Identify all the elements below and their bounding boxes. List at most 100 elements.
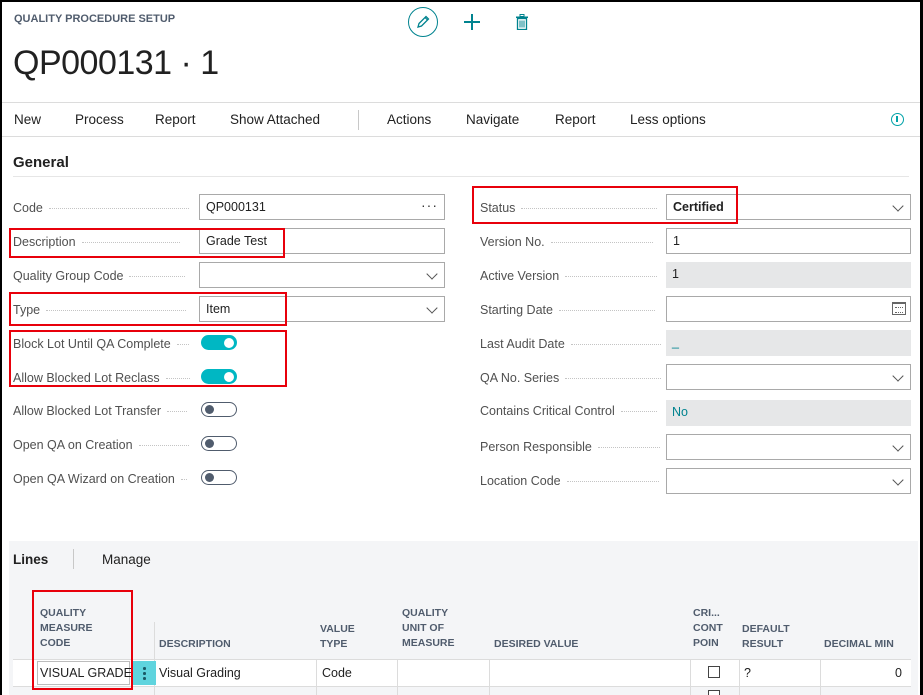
qa-no-series-select[interactable] xyxy=(666,364,911,390)
page-frame: QUALITY PROCEDURE SETUP QP000131 · 1 New… xyxy=(2,2,920,695)
column-divider xyxy=(397,659,398,695)
starting-date-field[interactable] xyxy=(666,296,911,322)
lookup-ellipsis-icon[interactable]: ··· xyxy=(421,197,438,213)
edit-button[interactable] xyxy=(408,7,438,37)
cell-decimal-min[interactable]: 0 xyxy=(895,666,902,680)
version-no-field[interactable]: 1 xyxy=(666,228,911,254)
block-lot-toggle[interactable] xyxy=(201,335,237,350)
row-menu-button[interactable] xyxy=(133,661,156,685)
action-report-2[interactable]: Report xyxy=(555,112,596,127)
column-divider xyxy=(316,659,317,695)
chevron-down-icon xyxy=(892,440,904,452)
person-responsible-select[interactable] xyxy=(666,434,911,460)
kebab-dot xyxy=(143,667,146,670)
col-description[interactable]: DESCRIPTION xyxy=(159,637,231,652)
column-divider xyxy=(489,659,490,695)
description-field[interactable]: Grade Test xyxy=(199,228,445,254)
label-open-qa: Open QA on Creation xyxy=(13,438,189,452)
col-desired-value[interactable]: DESIRED VALUE xyxy=(494,637,578,652)
chevron-down-icon xyxy=(426,268,438,280)
label-block-lot: Block Lot Until QA Complete xyxy=(13,337,189,351)
cell-default-result[interactable]: ? xyxy=(744,666,751,680)
label-description: Description xyxy=(13,235,180,249)
kebab-dot xyxy=(143,672,146,675)
label-qa-no-series: QA No. Series xyxy=(480,371,662,385)
section-divider xyxy=(13,176,909,177)
action-report[interactable]: Report xyxy=(155,112,196,127)
action-bar: New Process Report Show Attached Actions… xyxy=(2,102,920,137)
code-field[interactable]: QP000131 ··· xyxy=(199,194,445,220)
action-less-options[interactable]: Less options xyxy=(630,112,706,127)
toggle-knob xyxy=(205,473,214,482)
col-critical-control-point[interactable]: CRI... CONT POIN xyxy=(693,606,723,651)
action-show-attached[interactable]: Show Attached xyxy=(230,112,320,127)
label-starting-date: Starting Date xyxy=(480,303,655,317)
toggle-knob xyxy=(224,337,234,348)
action-navigate[interactable]: Navigate xyxy=(466,112,519,127)
kebab-dot xyxy=(143,677,146,680)
toggle-knob xyxy=(224,371,234,382)
col-value-type[interactable]: VALUE TYPE xyxy=(320,622,355,652)
label-code: Code xyxy=(13,201,189,215)
critical-control-checkbox[interactable] xyxy=(708,666,720,678)
col-default-result[interactable]: DEFAULT RESULT xyxy=(742,622,790,652)
label-allow-reclass: Allow Blocked Lot Reclass xyxy=(13,371,190,385)
label-person-responsible: Person Responsible xyxy=(480,440,660,454)
status-select[interactable]: Certified xyxy=(666,194,911,220)
new-plus-button[interactable] xyxy=(464,14,480,30)
tab-lines[interactable]: Lines xyxy=(13,552,48,567)
tab-manage[interactable]: Manage xyxy=(102,552,151,567)
label-version-no: Version No. xyxy=(480,235,653,249)
action-process[interactable]: Process xyxy=(75,112,124,127)
toggle-knob xyxy=(205,439,214,448)
label-quality-group-code: Quality Group Code xyxy=(13,269,186,283)
open-qa-toggle[interactable] xyxy=(201,436,237,451)
page-title: QP000131 · 1 xyxy=(13,44,219,82)
cell-value-type[interactable]: Code xyxy=(322,666,352,680)
label-active-version: Active Version xyxy=(480,269,658,283)
label-allow-transfer: Allow Blocked Lot Transfer xyxy=(13,404,187,418)
page-caption: QUALITY PROCEDURE SETUP xyxy=(14,13,176,25)
action-new[interactable]: New xyxy=(14,112,41,127)
action-actions[interactable]: Actions xyxy=(387,112,431,127)
info-icon[interactable] xyxy=(891,113,904,126)
chevron-down-icon xyxy=(892,474,904,486)
label-open-qa-wizard: Open QA Wizard on Creation xyxy=(13,472,187,486)
col-decimal-min[interactable]: DECIMAL MIN xyxy=(824,637,894,652)
header-row-divider xyxy=(13,659,911,660)
active-version-value: 1 xyxy=(666,262,911,288)
pencil-icon xyxy=(417,15,430,28)
location-code-select[interactable] xyxy=(666,468,911,494)
chevron-down-icon xyxy=(892,200,904,212)
critical-control-checkbox-next[interactable] xyxy=(708,690,720,695)
chevron-down-icon xyxy=(892,370,904,382)
action-bar-divider xyxy=(358,110,359,130)
cell-description[interactable]: Visual Grading xyxy=(159,666,241,680)
label-status: Status xyxy=(480,201,658,215)
label-location-code: Location Code xyxy=(480,474,659,488)
allow-reclass-toggle[interactable] xyxy=(201,369,237,384)
contains-critical-control-value: No xyxy=(666,400,911,426)
cell-quality-measure-code[interactable]: VISUAL GRADE xyxy=(40,666,132,680)
quality-group-code-select[interactable] xyxy=(199,262,445,288)
section-general-title[interactable]: General xyxy=(13,154,69,171)
trash-icon xyxy=(516,14,528,30)
col-quality-unit-of-measure[interactable]: QUALITY UNIT OF MEASURE xyxy=(402,606,455,651)
column-divider xyxy=(739,659,740,695)
row-divider xyxy=(13,686,911,687)
type-select[interactable]: Item xyxy=(199,296,445,322)
col-quality-measure-code[interactable]: QUALITY MEASURE CODE xyxy=(40,606,93,651)
toggle-knob xyxy=(205,405,214,414)
label-contains-critical-control: Contains Critical Control xyxy=(480,404,657,418)
delete-button[interactable] xyxy=(514,13,530,31)
column-divider xyxy=(820,659,821,695)
label-type: Type xyxy=(13,303,187,317)
allow-transfer-toggle[interactable] xyxy=(201,402,237,417)
label-last-audit-date: Last Audit Date xyxy=(480,337,661,351)
column-divider xyxy=(690,659,691,695)
header-actions xyxy=(408,7,530,37)
open-qa-wizard-toggle[interactable] xyxy=(201,470,237,485)
lines-tab-divider xyxy=(73,549,74,569)
calendar-icon[interactable] xyxy=(892,302,906,315)
chevron-down-icon xyxy=(426,302,438,314)
